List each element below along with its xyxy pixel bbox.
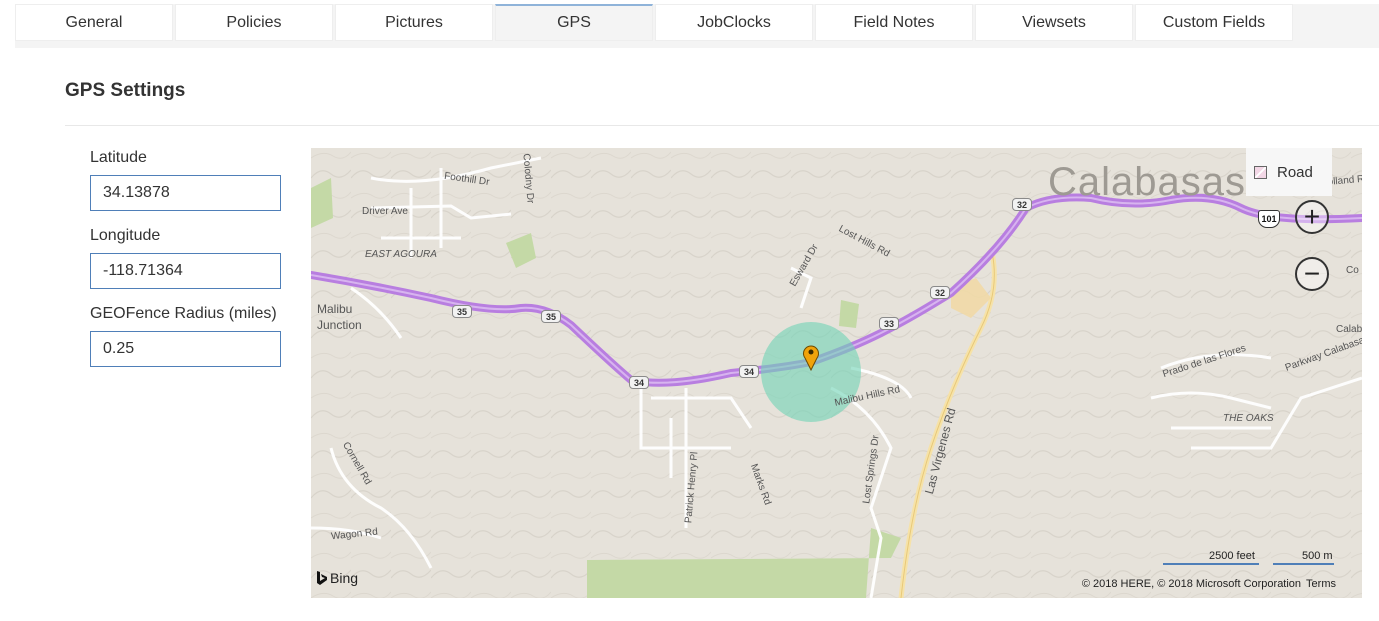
map[interactable]: Calabasas Malibu Junction EAST AGOURA TH…: [311, 148, 1362, 598]
tab-general[interactable]: General: [15, 4, 173, 41]
route-shield: 34: [739, 365, 759, 378]
us-route-shield: 101: [1258, 210, 1280, 228]
latitude-label: Latitude: [90, 149, 147, 166]
street-driver-ave: Driver Ave: [362, 206, 408, 217]
street-calab: Calab: [1336, 324, 1362, 335]
terms-link[interactable]: Terms: [1306, 578, 1336, 590]
tab-gps[interactable]: GPS: [495, 4, 653, 41]
bing-label: Bing: [330, 570, 359, 586]
map-attribution: © 2018 HERE, © 2018 Microsoft Corporatio…: [1082, 578, 1336, 590]
tab-policies[interactable]: Policies: [175, 4, 333, 41]
place-label-malibu: Malibu: [317, 302, 353, 316]
place-label-east-agoura: EAST AGOURA: [365, 249, 437, 260]
street-co: Co: [1346, 265, 1359, 276]
tab-pictures[interactable]: Pictures: [335, 4, 493, 41]
tab-custom-fields[interactable]: Custom Fields: [1135, 4, 1293, 41]
longitude-input[interactable]: [90, 253, 281, 289]
latitude-input[interactable]: [90, 175, 281, 211]
scale-feet: 2500 feet: [1209, 550, 1255, 562]
place-label-junction: Junction: [317, 318, 362, 332]
route-shield: 35: [452, 305, 472, 318]
zoom-in-button[interactable]: +: [1295, 200, 1329, 234]
map-style-button[interactable]: Road: [1246, 148, 1332, 196]
tab-jobclocks[interactable]: JobClocks: [655, 4, 813, 41]
page-title: GPS Settings: [65, 80, 186, 101]
place-label-the-oaks: THE OAKS: [1223, 413, 1274, 424]
tab-viewsets[interactable]: Viewsets: [975, 4, 1133, 41]
city-label: Calabasas: [1048, 160, 1247, 204]
map-style-label: Road: [1277, 163, 1313, 181]
divider: [65, 125, 1379, 126]
route-shield: 33: [879, 317, 899, 330]
bing-logo[interactable]: Bing: [316, 570, 358, 586]
map-terrain: [311, 148, 1362, 598]
attribution-text: © 2018 HERE, © 2018 Microsoft Corporatio…: [1081, 578, 1302, 590]
geofence-radius-input[interactable]: [90, 331, 281, 367]
road-style-icon: [1254, 165, 1267, 179]
route-shield: 34: [629, 376, 649, 389]
scale-bar-meters: [1273, 563, 1334, 565]
scale-bar-feet: [1163, 563, 1259, 565]
geofence-circle: [761, 322, 861, 422]
minus-icon: −: [1303, 258, 1321, 289]
zoom-out-button[interactable]: −: [1295, 257, 1329, 291]
geofence-radius-label: GEOFence Radius (miles): [90, 305, 277, 322]
route-shield: 32: [1012, 198, 1032, 211]
scale-meters: 500 m: [1302, 550, 1333, 562]
plus-icon: +: [1303, 201, 1321, 232]
route-shield: 35: [541, 310, 561, 323]
tab-bar: General Policies Pictures GPS JobClocks …: [15, 4, 1379, 48]
tab-field-notes[interactable]: Field Notes: [815, 4, 973, 41]
bing-icon: [317, 571, 327, 585]
route-shield: 32: [930, 286, 950, 299]
longitude-label: Longitude: [90, 227, 161, 244]
